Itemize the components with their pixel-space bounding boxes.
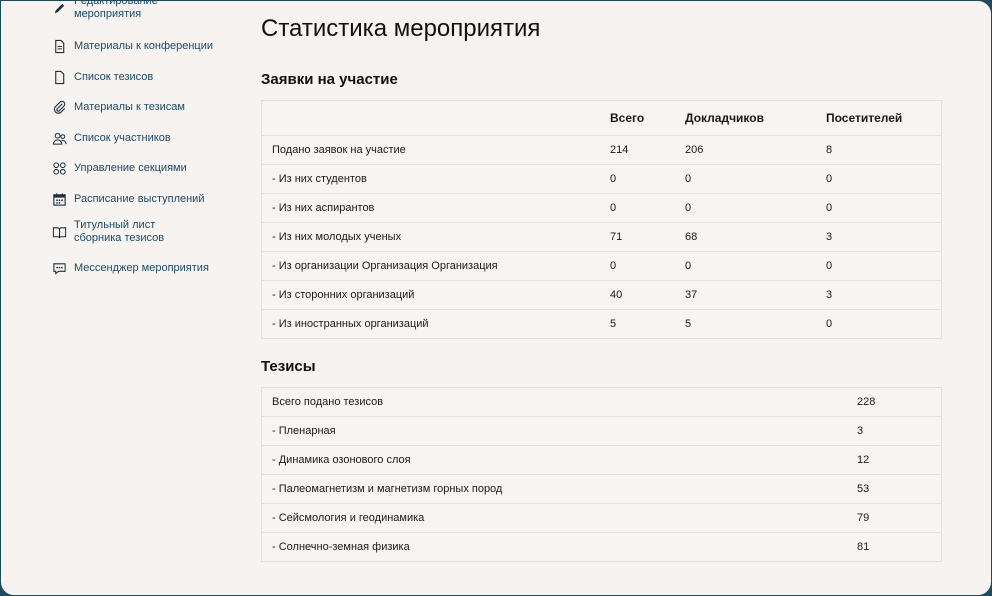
cell-speakers: 0 (675, 193, 816, 223)
column-header: Докладчиков (675, 100, 816, 136)
cell-visitors: 0 (816, 193, 942, 223)
cell-speakers: 68 (675, 222, 816, 252)
cell-total: 71 (600, 222, 675, 252)
paperclip-icon (51, 99, 67, 115)
cell-speakers: 0 (675, 251, 816, 281)
table-row: - Из организации Организация Организация… (261, 251, 942, 281)
cell-count: 12 (847, 445, 942, 475)
cell-total: 0 (600, 164, 675, 194)
sidebar-item-label: Управление секциями (74, 161, 187, 174)
applications-heading: Заявки на участие (261, 71, 398, 88)
table-row: - Из них студентов 0 0 0 (261, 164, 942, 194)
cell-total: 0 (600, 251, 675, 281)
pencil-icon (51, 1, 67, 16)
cell-count: 3 (847, 416, 942, 446)
cell-total: 0 (600, 193, 675, 223)
table-row: - Из них аспирантов 0 0 0 (261, 193, 942, 223)
sidebar-item-label: Титульный лист сборника тезисов (74, 219, 165, 244)
column-header: Всего (600, 100, 675, 136)
cell-count: 81 (847, 532, 942, 562)
cell-total: 40 (600, 280, 675, 310)
table-row: - Из них молодых ученых 71 68 3 (261, 222, 942, 252)
row-label: - Солнечно-земная физика (261, 532, 847, 562)
grid-circles-icon (51, 160, 67, 176)
sidebar-item-label: Материалы к конференции (74, 39, 214, 52)
calendar-icon (51, 191, 67, 207)
theses-heading: Тезисы (261, 358, 316, 375)
table-row: - Сейсмология и геодинамика 79 (261, 503, 942, 533)
app-window: Редактирование мероприятия Материалы к к… (0, 0, 992, 596)
sidebar-item-label: Список тезисов (74, 70, 154, 83)
row-label: Подано заявок на участие (261, 135, 600, 165)
sidebar-item-participants[interactable]: Список участников (51, 130, 171, 146)
sidebar-item-thesis-materials[interactable]: Материалы к тезисам (51, 99, 185, 115)
table-row: - Пленарная 3 (261, 416, 942, 446)
cell-visitors: 0 (816, 164, 942, 194)
row-label: - Из иностранных организаций (261, 309, 600, 339)
row-label: - Динамика озонового слоя (261, 445, 847, 475)
row-label: - Палеомагнетизм и магнетизм горных поро… (261, 474, 847, 504)
cell-visitors: 3 (816, 222, 942, 252)
sidebar-item-label: Мессенджер мероприятия (74, 261, 209, 274)
sidebar-item-messenger[interactable]: Мессенджер мероприятия (51, 260, 209, 276)
sidebar-item-title-page[interactable]: Титульный лист сборника тезисов (51, 219, 204, 245)
cell-visitors: 8 (816, 135, 942, 165)
row-label: - Из сторонних организаций (261, 280, 600, 310)
table-row: - Динамика озонового слоя 12 (261, 445, 942, 475)
book-icon (51, 224, 67, 240)
row-label: - Пленарная (261, 416, 847, 446)
table-row: Всего подано тезисов 228 (261, 387, 942, 417)
row-label: Всего подано тезисов (261, 387, 847, 417)
table-header-row: Всего Докладчиков Посетителей (261, 100, 942, 136)
cell-total: 214 (600, 135, 675, 165)
row-label: - Сейсмология и геодинамика (261, 503, 847, 533)
sidebar-item-label: Материалы к тезисам (74, 100, 185, 113)
column-header: Посетителей (816, 100, 942, 136)
sidebar-item-thesis-list[interactable]: Список тезисов (51, 69, 153, 85)
sidebar-item-label: Расписание выступлений (74, 192, 205, 205)
cell-count: 79 (847, 503, 942, 533)
sidebar-item-schedule[interactable]: Расписание выступлений (51, 191, 204, 207)
cell-total: 5 (600, 309, 675, 339)
table-row: - Солнечно-земная физика 81 (261, 532, 942, 562)
document-icon (51, 38, 67, 54)
table-row: - Из сторонних организаций 40 37 3 (261, 280, 942, 310)
cell-count: 53 (847, 474, 942, 504)
chat-icon (51, 260, 67, 276)
table-row: - Палеомагнетизм и магнетизм горных поро… (261, 474, 942, 504)
sidebar-item-conference-materials[interactable]: Материалы к конференции (51, 38, 213, 54)
cell-speakers: 0 (675, 164, 816, 194)
row-label: - Из них студентов (261, 164, 600, 194)
sidebar-item-sections[interactable]: Управление секциями (51, 160, 187, 176)
column-header (261, 100, 600, 136)
row-label: - Из организации Организация Организация (261, 251, 600, 281)
table-row: - Из иностранных организаций 5 5 0 (261, 309, 942, 339)
table-row: Подано заявок на участие 214 206 8 (261, 135, 942, 165)
cell-speakers: 206 (675, 135, 816, 165)
applications-table: Всего Докладчиков Посетителей Подано зая… (261, 100, 942, 339)
sidebar-item-label: Редактирование мероприятия (74, 0, 158, 20)
theses-table: Всего подано тезисов 228 - Пленарная 3 -… (261, 387, 942, 562)
file-icon (51, 69, 67, 85)
cell-visitors: 0 (816, 309, 942, 339)
page-title: Статистика мероприятия (261, 15, 541, 42)
cell-count: 228 (847, 387, 942, 417)
row-label: - Из них аспирантов (261, 193, 600, 223)
users-icon (51, 130, 67, 146)
cell-visitors: 0 (816, 251, 942, 281)
cell-visitors: 3 (816, 280, 942, 310)
sidebar-item-label: Список участников (74, 131, 171, 144)
row-label: - Из них молодых ученых (261, 222, 600, 252)
sidebar-item-edit-event[interactable]: Редактирование мероприятия (51, 0, 184, 21)
cell-speakers: 37 (675, 280, 816, 310)
cell-speakers: 5 (675, 309, 816, 339)
